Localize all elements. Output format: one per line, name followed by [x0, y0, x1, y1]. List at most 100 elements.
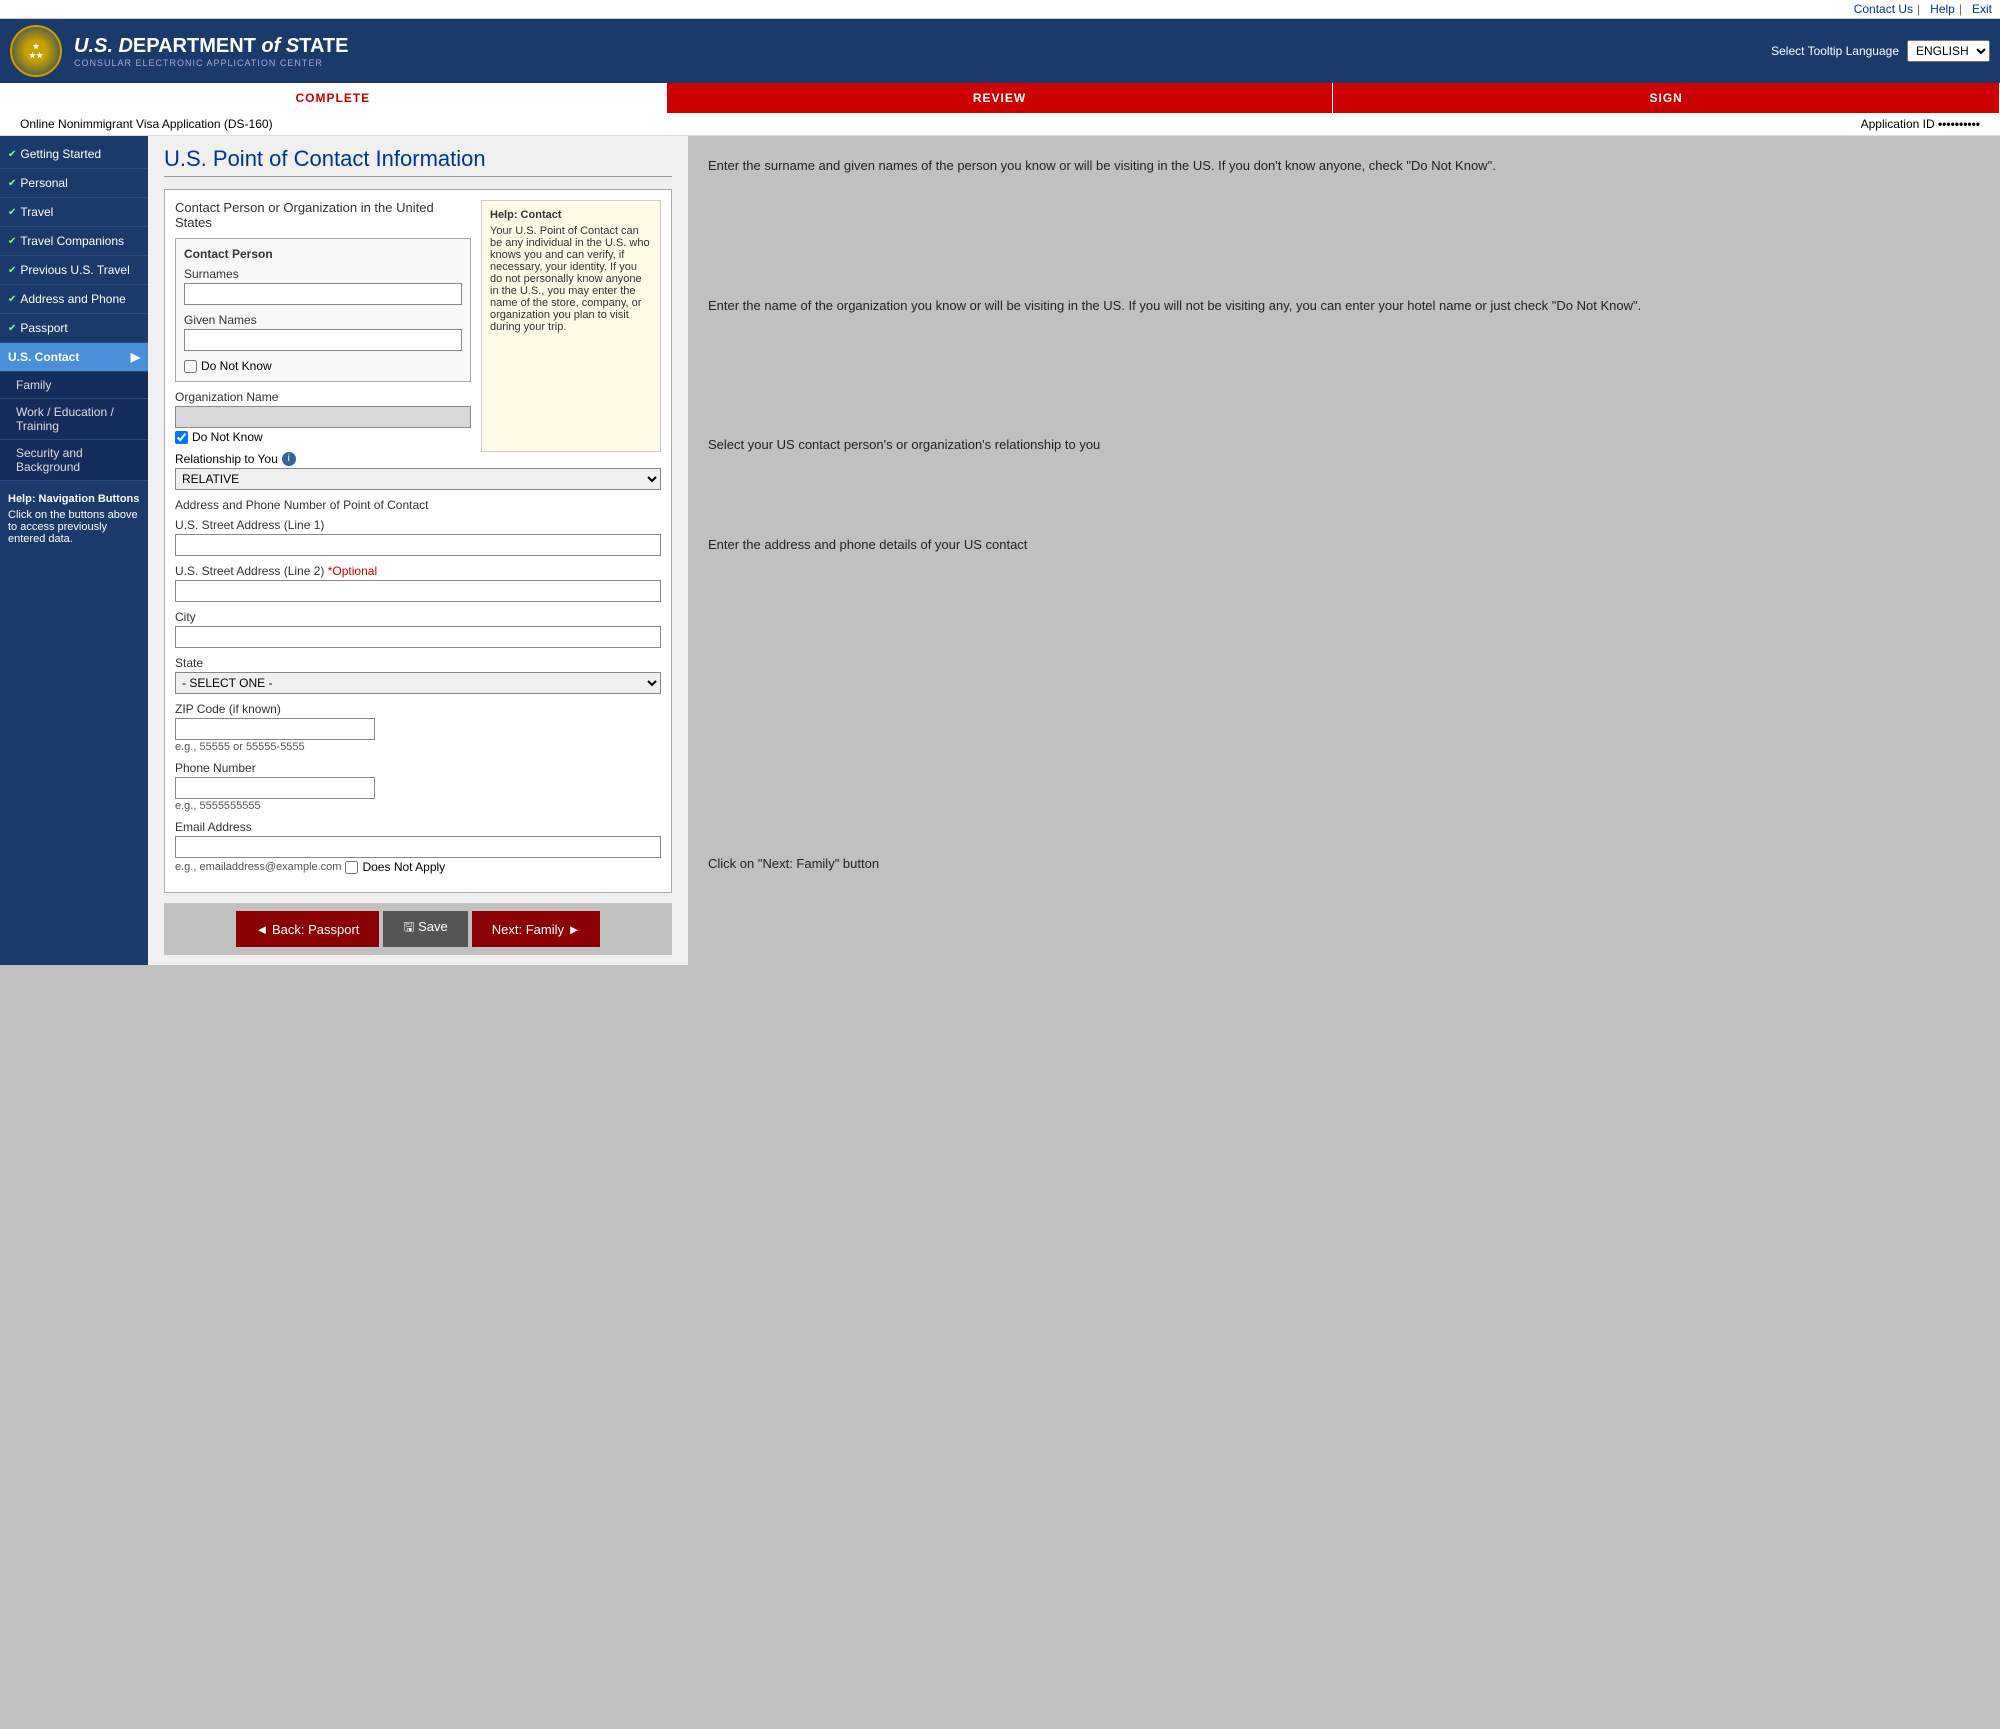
- zip-input[interactable]: [175, 718, 375, 740]
- sidebar-item-security-background[interactable]: Security and Background: [0, 440, 148, 481]
- org-annotation: Enter the name of the organization you k…: [708, 296, 1980, 316]
- email-input[interactable]: [175, 836, 661, 858]
- sidebar-help-text: Click on the buttons above to access pre…: [8, 509, 140, 545]
- dept-subtitle: CONSULAR ELECTRONIC APPLICATION CENTER: [74, 58, 348, 68]
- state-select[interactable]: - SELECT ONE - AlabamaAlaskaArizona Cali…: [175, 672, 661, 694]
- content-area: U.S. Point of Contact Information Contac…: [148, 136, 688, 965]
- zip-row: ZIP Code (if known) e.g., 55555 or 55555…: [175, 702, 661, 753]
- sidebar-item-family[interactable]: Family: [0, 372, 148, 399]
- sidebar-item-passport[interactable]: ✔ Passport: [0, 314, 148, 343]
- street2-label: U.S. Street Address (Line 2) *Optional: [175, 564, 661, 578]
- sidebar-item-travel[interactable]: ✔ Travel: [0, 198, 148, 227]
- given-names-input[interactable]: [184, 329, 462, 351]
- city-input[interactable]: [175, 626, 661, 648]
- org-do-not-know-label: Do Not Know: [192, 430, 263, 444]
- next-button[interactable]: Next: Family ►: [472, 911, 601, 947]
- relationship-annotation: Select your US contact person's or organ…: [708, 435, 1980, 455]
- dept-name: U.S. DEPARTMENT of STATE: [74, 35, 348, 58]
- sidebar-item-previous-us-travel[interactable]: ✔ Previous U.S. Travel: [0, 256, 148, 285]
- phone-row: Phone Number e.g., 5555555555: [175, 761, 661, 812]
- tab-sign[interactable]: SIGN: [1333, 83, 2000, 113]
- do-not-know-row: Do Not Know: [184, 359, 462, 373]
- sidebar-item-travel-companions[interactable]: ✔ Travel Companions: [0, 227, 148, 256]
- state-label: State: [175, 656, 661, 670]
- next-annotation: Click on "Next: Family" button: [708, 854, 1980, 874]
- relationship-label: Relationship to You i: [175, 452, 661, 466]
- back-button[interactable]: ◄ Back: Passport: [236, 911, 380, 947]
- address-annotation: Enter the address and phone details of y…: [708, 535, 1980, 555]
- street1-input[interactable]: [175, 534, 661, 556]
- street1-row: U.S. Street Address (Line 1): [175, 518, 661, 556]
- contact-person-label: Contact Person: [184, 247, 462, 261]
- page-title: U.S. Point of Contact Information: [164, 146, 672, 177]
- city-row: City: [175, 610, 661, 648]
- does-not-apply-label: Does Not Apply: [362, 860, 445, 874]
- zip-label: ZIP Code (if known): [175, 702, 661, 716]
- tab-review[interactable]: REVIEW: [667, 83, 1334, 113]
- street1-label: U.S. Street Address (Line 1): [175, 518, 661, 532]
- org-name-label: Organization Name: [175, 390, 471, 404]
- tab-complete[interactable]: COMPLETE: [0, 83, 667, 113]
- surnames-row: Surnames: [184, 267, 462, 305]
- sidebar-item-getting-started[interactable]: ✔ Getting Started: [0, 140, 148, 169]
- help-box-title: Help: Contact: [490, 209, 652, 221]
- department-seal: ★★★: [10, 25, 62, 77]
- tooltip-language-label: Select Tooltip Language: [1771, 44, 1899, 58]
- org-do-not-know-checkbox[interactable]: [175, 431, 188, 444]
- contact-section: Contact Person or Organization in the Un…: [164, 189, 672, 893]
- exit-link[interactable]: Exit: [1972, 2, 1992, 16]
- org-do-not-know-row: Do Not Know: [175, 430, 471, 444]
- street2-input[interactable]: [175, 580, 661, 602]
- sidebar-item-personal[interactable]: ✔ Personal: [0, 169, 148, 198]
- given-names-row: Given Names: [184, 313, 462, 351]
- do-not-know-label: Do Not Know: [201, 359, 272, 373]
- surname-annotation: Enter the surname and given names of the…: [708, 156, 1980, 176]
- check-icon: ✔: [8, 207, 16, 218]
- check-icon: ✔: [8, 265, 16, 276]
- check-icon: ✔: [8, 323, 16, 334]
- city-label: City: [175, 610, 661, 624]
- header: ★★★ U.S. DEPARTMENT of STATE CONSULAR EL…: [0, 19, 2000, 83]
- help-box: Help: Contact Your U.S. Point of Contact…: [481, 200, 661, 452]
- contact-us-link[interactable]: Contact Us: [1854, 2, 1913, 16]
- surnames-label: Surnames: [184, 267, 462, 281]
- email-label: Email Address: [175, 820, 661, 834]
- bottom-nav: ◄ Back: Passport 🖫 Save Next: Family ►: [164, 903, 672, 955]
- check-icon: ✔: [8, 178, 16, 189]
- address-section-title: Address and Phone Number of Point of Con…: [175, 498, 661, 512]
- email-row: Email Address e.g., emailaddress@example…: [175, 820, 661, 874]
- do-not-know-checkbox[interactable]: [184, 360, 197, 373]
- does-not-apply-checkbox[interactable]: [345, 861, 358, 874]
- info-icon[interactable]: i: [282, 452, 296, 466]
- annotation-area: Enter the surname and given names of the…: [688, 136, 2000, 965]
- phone-hint: e.g., 5555555555: [175, 800, 661, 812]
- sidebar: ✔ Getting Started ✔ Personal ✔ Travel ✔ …: [0, 136, 148, 965]
- check-icon: ✔: [8, 294, 16, 305]
- given-names-label: Given Names: [184, 313, 462, 327]
- language-select[interactable]: ENGLISH: [1907, 40, 1990, 62]
- app-id: Application ID ••••••••••: [1861, 117, 1980, 131]
- sidebar-help: Help: Navigation Buttons Click on the bu…: [0, 485, 148, 553]
- phone-input[interactable]: [175, 777, 375, 799]
- zip-hint: e.g., 55555 or 55555-5555: [175, 741, 661, 753]
- save-button[interactable]: 🖫 Save: [383, 911, 467, 947]
- relationship-row: Relationship to You i RELATIVE FRIEND EM…: [175, 452, 661, 490]
- street2-row: U.S. Street Address (Line 2) *Optional: [175, 564, 661, 602]
- sidebar-item-work-education[interactable]: Work / Education / Training: [0, 399, 148, 440]
- org-name-input[interactable]: [175, 406, 471, 428]
- arrow-icon: ▶: [131, 350, 140, 364]
- nav-tabs: COMPLETE REVIEW SIGN: [0, 83, 2000, 113]
- email-hint: e.g., emailaddress@example.com: [175, 861, 341, 873]
- section-title: Contact Person or Organization in the Un…: [175, 200, 471, 230]
- sidebar-item-us-contact[interactable]: U.S. Contact ▶: [0, 343, 148, 372]
- help-link[interactable]: Help: [1930, 2, 1955, 16]
- surnames-input[interactable]: [184, 283, 462, 305]
- app-form-title: Online Nonimmigrant Visa Application (DS…: [20, 117, 273, 131]
- app-id-bar: Online Nonimmigrant Visa Application (DS…: [0, 113, 2000, 136]
- check-icon: ✔: [8, 236, 16, 247]
- sidebar-help-title: Help: Navigation Buttons: [8, 493, 140, 505]
- help-box-text: Your U.S. Point of Contact can be any in…: [490, 225, 652, 333]
- relationship-select[interactable]: RELATIVE FRIEND EMPLOYER SCHOOL OTHER: [175, 468, 661, 490]
- sidebar-item-address-and-phone[interactable]: ✔ Address and Phone: [0, 285, 148, 314]
- main-layout: ✔ Getting Started ✔ Personal ✔ Travel ✔ …: [0, 136, 2000, 965]
